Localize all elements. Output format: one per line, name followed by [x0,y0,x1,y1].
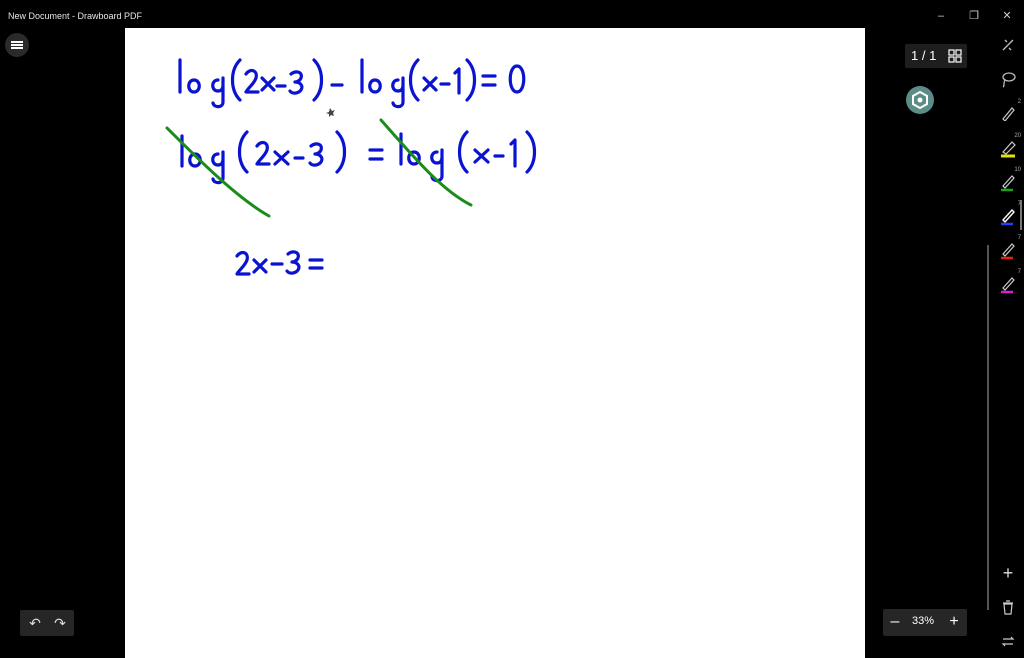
zoom-out-button[interactable]: – [886,612,904,632]
hexagon-icon [912,90,928,110]
cursor-marker [326,108,335,117]
close-button[interactable]: ✕ [997,8,1017,24]
pen-size-label: 7 [1017,235,1021,241]
page-indicator[interactable]: 1 / 1 [905,44,967,68]
restore-button[interactable]: ❐ [964,8,984,24]
handwriting-line-2 [180,130,537,185]
pen-size-label: 2 [1017,99,1021,105]
zoom-control: – 33% + [883,609,967,636]
handwriting-canvas [165,58,537,276]
add-tool-button[interactable]: + [998,563,1018,584]
minimize-button[interactable]: – [931,8,951,24]
pen-magenta-icon[interactable]: 7 [997,269,1021,294]
highlighter-yellow-icon[interactable]: 20 [997,133,1021,158]
hamburger-icon-line [11,47,23,49]
undo-icon[interactable]: ↶ [23,613,47,633]
highlighter-size-label: 20 [1014,133,1021,139]
zoom-in-button[interactable]: + [945,612,963,632]
swap-icon[interactable] [997,630,1019,652]
pen-green-icon[interactable]: 10 [997,167,1021,192]
pen-red-icon[interactable]: 7 [997,235,1021,260]
redo-icon[interactable]: ↷ [48,613,72,633]
zoom-level: 33% [912,615,935,627]
handwriting-line-3 [235,250,324,276]
settings-button[interactable] [906,86,934,114]
grid-view-icon[interactable] [948,49,962,63]
undo-redo-group: ↶ ↷ [20,610,74,636]
trash-icon[interactable] [997,596,1019,618]
menu-button[interactable] [5,33,29,57]
lasso-icon[interactable] [997,68,1019,90]
hamburger-icon-line [11,44,23,46]
window-title: New Document - Drawboard PDF [8,11,143,21]
ruler-icon[interactable] [997,34,1019,56]
handwriting-line-1 [178,58,526,109]
toolbar-scroll-thumb[interactable] [1020,200,1022,230]
document-page[interactable] [125,28,865,658]
pen-black-icon[interactable]: 2 [997,99,1021,124]
pen-size-label: 10 [1014,167,1021,173]
strikethrough-marks [165,118,473,218]
pen-size-label: 7 [1017,269,1021,275]
hamburger-icon [11,41,23,43]
pen-blue-icon[interactable]: 7 [997,201,1021,226]
page-count-text: 1 / 1 [911,48,937,63]
page-scrollbar[interactable] [987,245,989,610]
